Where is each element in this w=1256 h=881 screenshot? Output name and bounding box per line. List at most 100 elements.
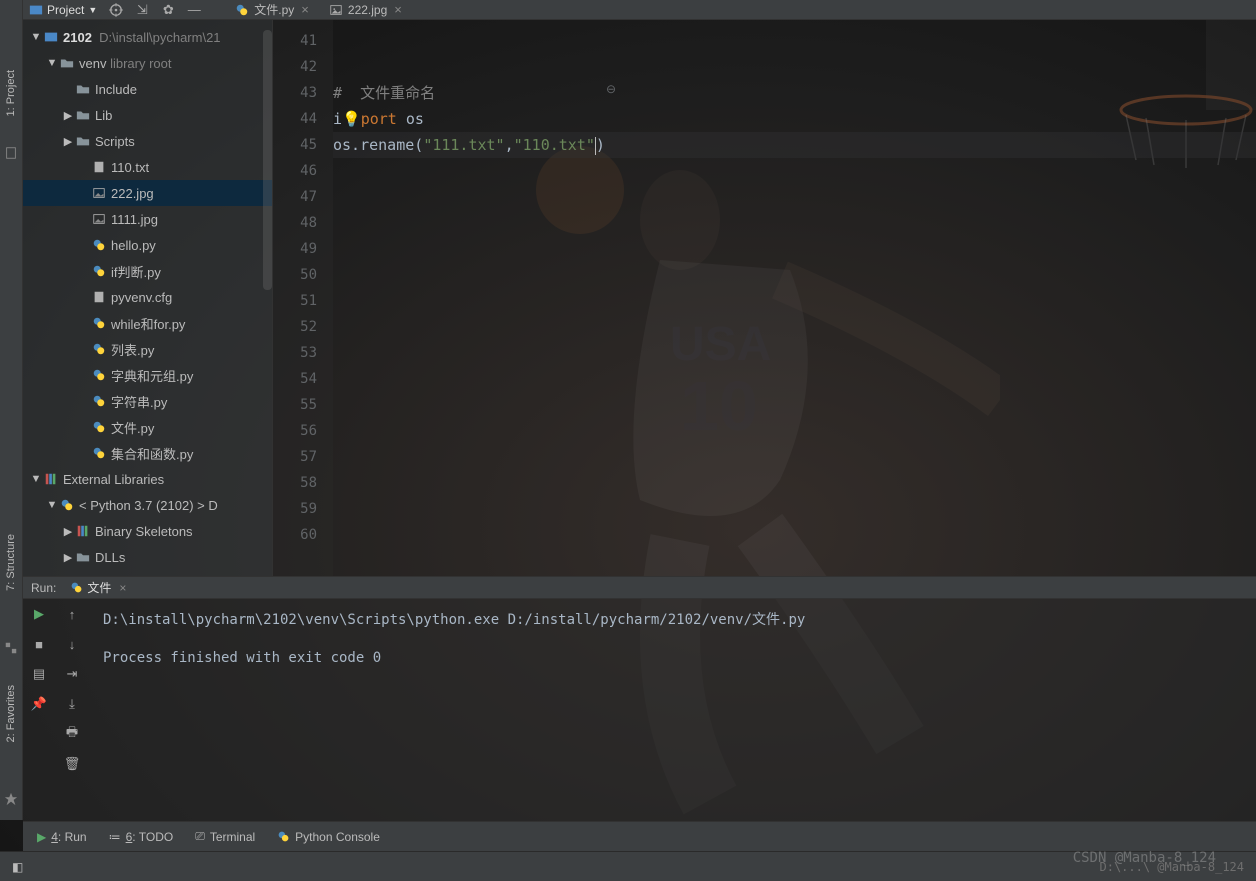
run-config-chip[interactable]: 文件 × [70, 579, 126, 596]
line-number: 48 [273, 210, 333, 236]
rail-tab-project[interactable]: 1: Project [5, 70, 17, 116]
tree-file[interactable]: 222.jpg [23, 180, 272, 206]
tree-file[interactable]: while和for.py [23, 310, 272, 336]
tree-file[interactable]: 110.txt [23, 154, 272, 180]
line-number: 44 [273, 106, 333, 132]
line-number: 41 [273, 28, 333, 54]
line-number: 50 [273, 262, 333, 288]
close-icon[interactable]: × [301, 2, 309, 17]
line-number: 58 [273, 470, 333, 496]
tree-file[interactable]: 1111.jpg [23, 206, 272, 232]
structure-icon [4, 641, 18, 655]
tree-binary-skeletons[interactable]: ▶Binary Skeletons [23, 518, 272, 544]
close-icon[interactable]: × [394, 2, 402, 17]
line-number: 55 [273, 392, 333, 418]
line-number: 54 [273, 366, 333, 392]
close-icon[interactable]: × [119, 581, 126, 595]
tree-venv[interactable]: ▼venv library root [23, 50, 272, 76]
collapse-icon[interactable]: — [186, 2, 202, 18]
file-icon [4, 146, 18, 160]
star-icon [4, 792, 18, 806]
tree-file[interactable]: 列表.py [23, 336, 272, 362]
tree-folder-include[interactable]: Include [23, 76, 272, 102]
rail-tab-structure[interactable]: 7: Structure [5, 534, 17, 591]
line-number: 57 [273, 444, 333, 470]
expand-icon[interactable]: ⇲ [134, 2, 150, 18]
console-line: Process finished with exit code 0 [103, 645, 1242, 671]
watermark: CSDN @Manba-8_124 [1073, 850, 1216, 866]
fold-icon[interactable]: ⊖ [606, 82, 616, 96]
rerun-icon[interactable]: ▶ [30, 605, 48, 623]
line-number: 47 [273, 184, 333, 210]
tree-file[interactable]: 文件.py [23, 414, 272, 440]
tree-file[interactable]: if判断.py [23, 258, 272, 284]
line-number: 59 [273, 496, 333, 522]
bottom-terminal[interactable]: ⎚Terminal [195, 829, 255, 844]
line-number: 45 [273, 132, 333, 158]
code-comment: # 文件重命名 [333, 84, 435, 102]
settings-icon[interactable]: ✿ [160, 2, 176, 18]
line-number: 42 [273, 54, 333, 80]
line-number: 56 [273, 418, 333, 444]
tree-folder-scripts[interactable]: ▶Scripts [23, 128, 272, 154]
bottom-todo[interactable]: ≔6: TODO [109, 830, 174, 844]
scrollbar[interactable] [263, 30, 272, 290]
bottom-pyconsole[interactable]: Python Console [277, 830, 380, 844]
bottom-tool-bar: ▶4: Run ≔6: TODO ⎚Terminal Python Consol… [23, 821, 1256, 851]
console-line: D:\install\pycharm\2102\venv\Scripts\pyt… [103, 607, 1242, 633]
line-number: 51 [273, 288, 333, 314]
target-icon[interactable] [108, 2, 124, 18]
python-icon [277, 830, 290, 843]
project-sidebar: ▼2102 D:\install\pycharm\21▼venv library… [23, 20, 273, 576]
wrap-icon[interactable]: ⇥ [63, 665, 81, 683]
up-icon[interactable]: ↑ [63, 605, 81, 623]
status-bar: ◧ D:\...\ @Manba-8_124 [0, 851, 1256, 881]
run-tools-left: ▶ ■ ▤ 📌 [23, 599, 55, 821]
project-dropdown[interactable]: Project ▼ [23, 3, 103, 17]
line-number: 53 [273, 340, 333, 366]
python-icon [70, 581, 83, 594]
project-icon [29, 3, 43, 17]
run-tools-right: ↑ ↓ ⇥ ⤓ 🖶 🗑 [55, 599, 89, 821]
run-header: Run: 文件 × [23, 577, 1256, 599]
line-number: 60 [273, 522, 333, 548]
tab-222-jpg[interactable]: 222.jpg × [319, 0, 412, 20]
line-number: 49 [273, 236, 333, 262]
scroll-end-icon[interactable]: ⤓ [63, 695, 81, 713]
tree-external-libraries[interactable]: ▼External Libraries [23, 466, 272, 492]
trash-icon[interactable]: 🗑 [63, 755, 81, 773]
lightbulb-icon[interactable]: 💡 [342, 110, 361, 128]
python-icon [235, 3, 249, 17]
tree-file[interactable]: 字符串.py [23, 388, 272, 414]
run-title: Run: [31, 581, 56, 595]
tree-file[interactable]: 集合和函数.py [23, 440, 272, 466]
tree-folder-lib[interactable]: ▶Lib [23, 102, 272, 128]
tree-file[interactable]: hello.py [23, 232, 272, 258]
image-icon [329, 3, 343, 17]
tree-file[interactable]: pyvenv.cfg [23, 284, 272, 310]
left-rail: 1: Project 7: Structure 2: Favorites [0, 0, 23, 820]
line-number: 52 [273, 314, 333, 340]
tree-file[interactable]: 字典和元组.py [23, 362, 272, 388]
rail-tab-favorites[interactable]: 2: Favorites [5, 685, 17, 742]
tree-python-sdk[interactable]: ▼< Python 3.7 (2102) > D [23, 492, 272, 518]
line-number: 46 [273, 158, 333, 184]
tree-dlls[interactable]: ▶DLLs [23, 544, 272, 570]
print-icon[interactable]: 🖶 [63, 725, 81, 743]
pin-icon[interactable]: 📌 [30, 695, 48, 713]
top-bar: Project ▼ ⇲ ✿ — 文件.py × 222.jpg × [23, 0, 1256, 20]
status-layout-icon[interactable]: ◧ [12, 860, 23, 874]
run-panel: Run: 文件 × ▶ ■ ▤ 📌 ↑ ↓ ⇥ ⤓ 🖶 🗑 D:\install… [23, 576, 1256, 821]
down-icon[interactable]: ↓ [63, 635, 81, 653]
tab-file-py[interactable]: 文件.py × [225, 0, 319, 20]
stop-icon[interactable]: ■ [30, 635, 48, 653]
editor-tabs: 文件.py × 222.jpg × [225, 0, 412, 20]
console-output[interactable]: D:\install\pycharm\2102\venv\Scripts\pyt… [89, 599, 1256, 821]
bottom-run[interactable]: ▶4: Run [37, 830, 87, 844]
line-number: 43 [273, 80, 333, 106]
layout-icon[interactable]: ▤ [30, 665, 48, 683]
editor[interactable]: 4142434445464748495051525354555657585960… [273, 20, 1256, 576]
tree-root[interactable]: ▼2102 D:\install\pycharm\21 [23, 24, 272, 50]
code-area[interactable]: # 文件重命名 i💡port os os.rename("111.txt","1… [333, 20, 1256, 576]
gutter: 4142434445464748495051525354555657585960 [273, 20, 333, 576]
